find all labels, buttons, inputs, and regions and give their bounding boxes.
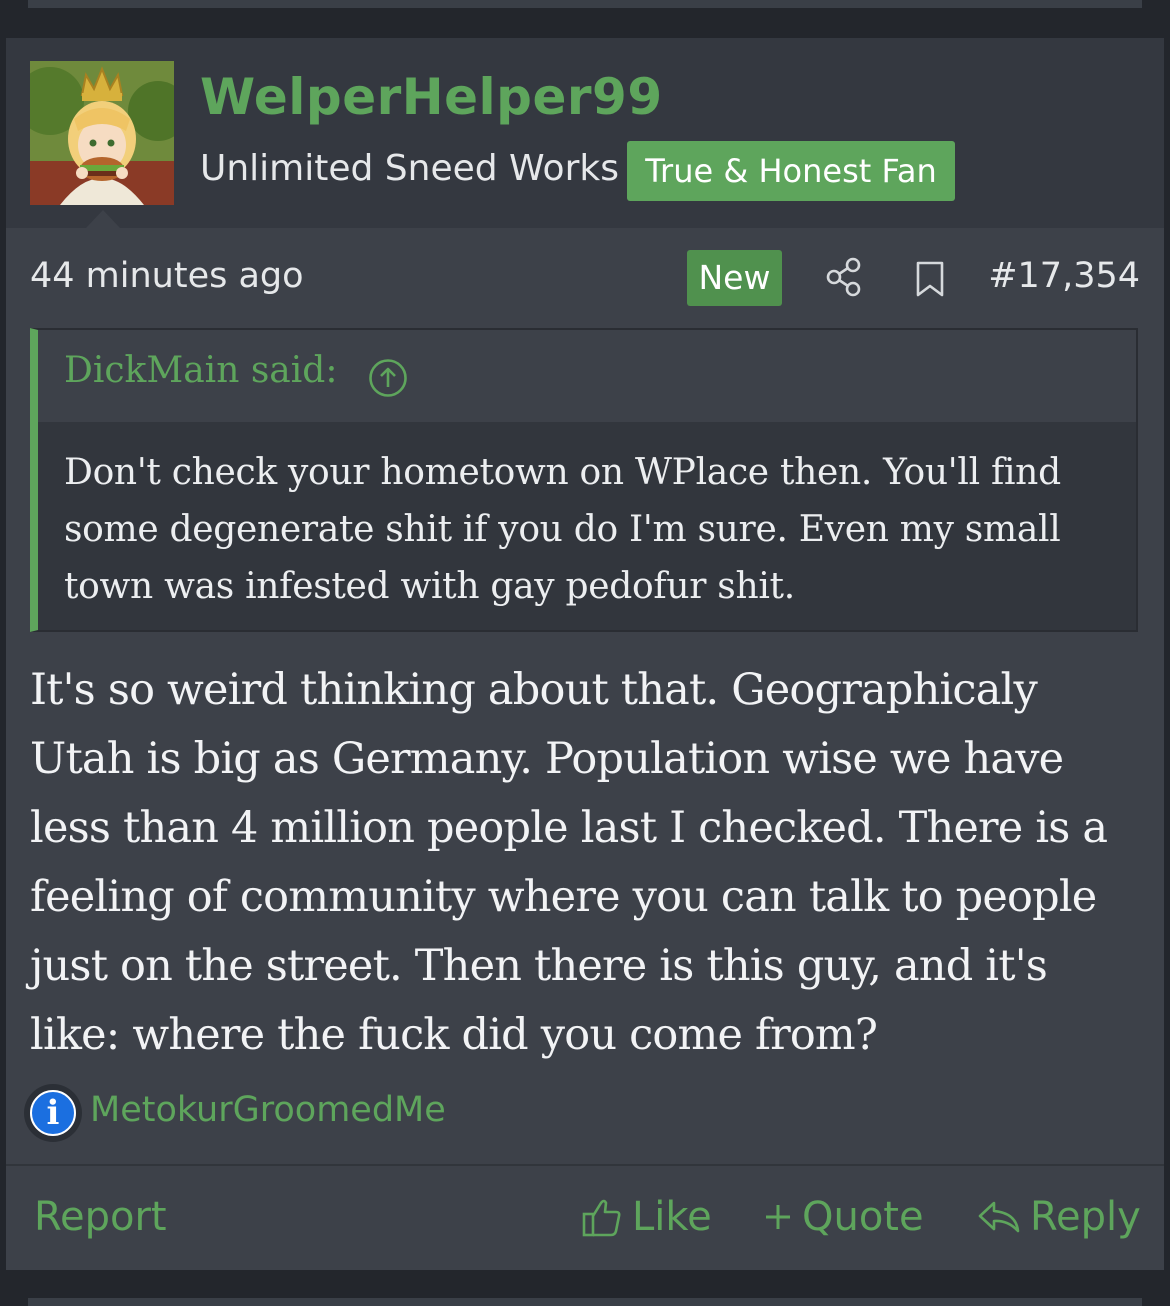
forum-post: WelperHelper99 Unlimited Sneed Works Tru… [6,38,1164,1270]
header-notch [86,210,120,228]
user-banner-badge: True & Honest Fan [627,141,955,201]
quoted-message: DickMain said: Don't check your hometown… [30,328,1138,632]
new-badge: New [687,250,782,306]
info-icon: i [30,1090,76,1136]
like-label: Like [632,1194,712,1240]
author-username[interactable]: WelperHelper99 [200,68,663,126]
post-author-header: WelperHelper99 Unlimited Sneed Works Tru… [6,38,1164,228]
plus-icon [766,1205,790,1229]
bookmark-icon[interactable] [914,260,946,298]
like-button[interactable]: Like [580,1194,712,1240]
arrow-up-circle-icon[interactable] [368,358,408,398]
reply-label: Reply [1030,1194,1141,1240]
reaction-icon[interactable]: i [24,1084,82,1142]
quote-button[interactable]: Quote [762,1194,924,1240]
share-icon[interactable] [824,256,864,298]
post-message: It's so weird thinking about that. Geogr… [30,665,1108,1060]
author-title: Unlimited Sneed Works [200,148,619,189]
quote-author: DickMain said: [64,350,338,391]
report-button[interactable]: Report [34,1194,167,1240]
post-number[interactable]: #17,354 [988,256,1140,296]
user-avatar[interactable] [30,61,174,205]
previous-post-edge [0,0,1170,36]
reaction-username[interactable]: MetokurGroomedMe [90,1090,446,1130]
post-timestamp[interactable]: 44 minutes ago [30,256,304,296]
thumbs-up-icon [582,1199,621,1237]
reply-button[interactable]: Reply [976,1194,1141,1240]
next-post-edge [28,1298,1142,1306]
quote-body: Don't check your hometown on WPlace then… [64,452,1061,607]
quote-header: DickMain said: [38,330,1136,422]
quote-label: Quote [802,1194,924,1240]
avatar-image [30,61,174,205]
reply-arrow-icon [978,1201,1020,1233]
post-footer: Report Like Quote Reply [6,1166,1164,1270]
